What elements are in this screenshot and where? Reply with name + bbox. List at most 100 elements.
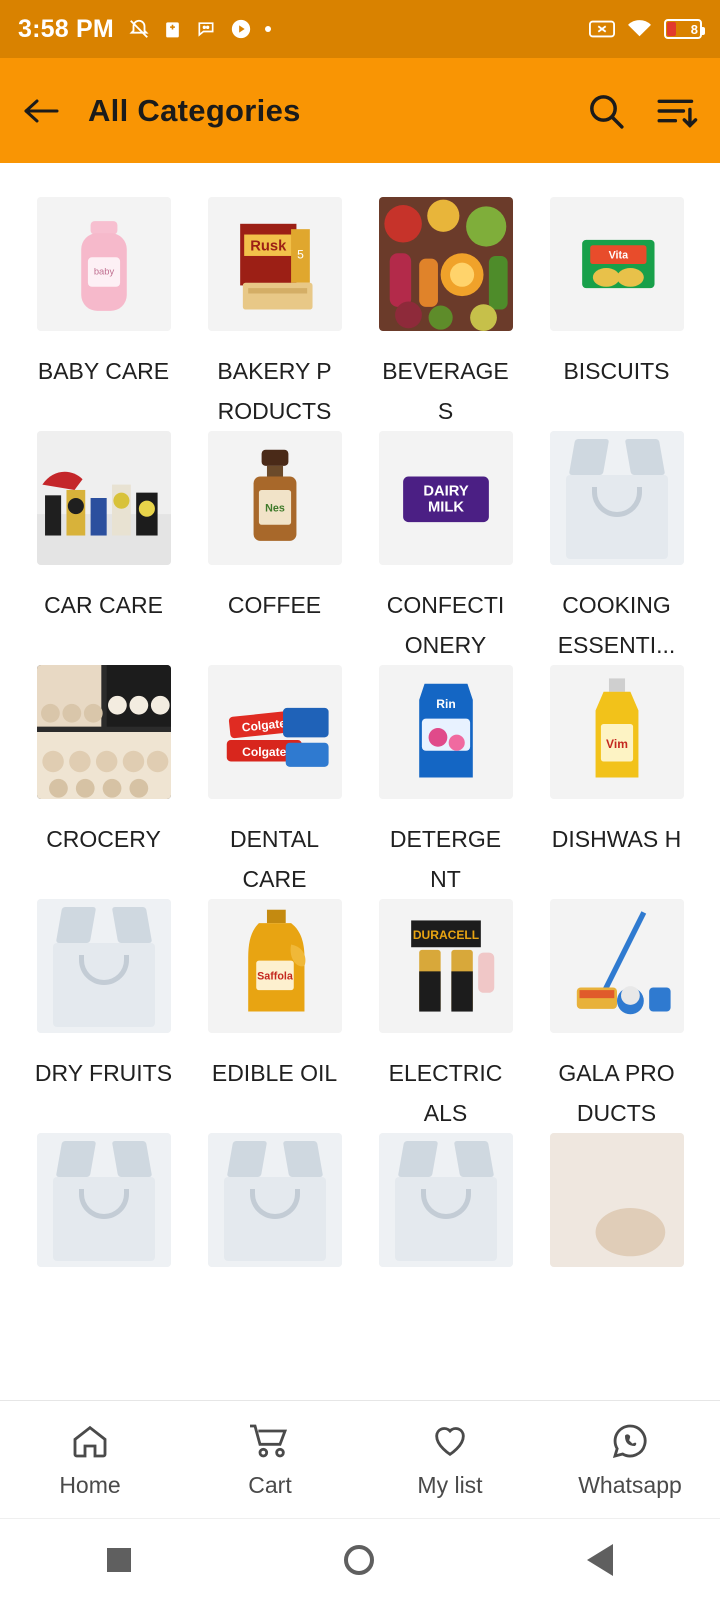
- category-thumbnail: [378, 1133, 513, 1267]
- whatsapp-icon: [608, 1421, 652, 1466]
- svg-text:baby: baby: [93, 267, 114, 277]
- category-label: BABY CARE: [37, 358, 170, 384]
- category-item[interactable]: baby BABY CARE: [22, 197, 185, 431]
- home-circle-icon[interactable]: [343, 1544, 374, 1575]
- category-thumbnail: Rin: [378, 665, 513, 799]
- system-navigation-bar: [0, 1518, 720, 1600]
- nav-label-my-list: My list: [417, 1471, 483, 1498]
- svg-text:Vim: Vim: [606, 737, 628, 751]
- battery-icon: 8: [664, 19, 705, 39]
- category-thumbnail: [549, 899, 684, 1033]
- category-thumbnail: [36, 899, 171, 1033]
- nav-item-cart[interactable]: Cart: [180, 1421, 360, 1499]
- category-label: BAKERY P RODUCTS: [217, 358, 332, 424]
- categories-scroll-area[interactable]: baby BABY CARE Rusk 5 BAKERY P RODUCTS B…: [0, 163, 720, 1355]
- placeholder-bag-icon: [549, 431, 684, 565]
- status-bar-notification-icons: [128, 18, 271, 40]
- category-item[interactable]: CAR CARE: [22, 431, 185, 665]
- nav-item-home[interactable]: Home: [0, 1421, 180, 1499]
- category-label: COOKING ESSENTI...: [557, 592, 676, 658]
- battery-level-label: 8: [690, 21, 698, 37]
- home-icon: [68, 1421, 112, 1466]
- category-item[interactable]: Rusk 5 BAKERY P RODUCTS: [193, 197, 356, 431]
- category-item[interactable]: DAIRY MILK CONFECTI ONERY: [364, 431, 527, 665]
- play-circle-icon: [230, 18, 252, 40]
- svg-text:Rin: Rin: [436, 697, 455, 711]
- app-bar: All Categories: [0, 58, 720, 163]
- svg-text:DURACELL: DURACELL: [412, 928, 478, 942]
- svg-text:Colgate: Colgate: [242, 745, 286, 759]
- category-thumbnail: Vim: [549, 665, 684, 799]
- svg-text:Vita: Vita: [608, 250, 629, 262]
- sort-descending-icon[interactable]: [656, 91, 698, 131]
- category-item[interactable]: Nes COFFEE: [193, 431, 356, 665]
- category-item[interactable]: [193, 1133, 356, 1355]
- cart-icon: [247, 1421, 293, 1466]
- category-item[interactable]: GALA PRO DUCTS: [535, 899, 698, 1133]
- category-label: CAR CARE: [44, 592, 163, 618]
- svg-text:Nes: Nes: [265, 502, 285, 514]
- nav-label-cart: Cart: [248, 1471, 292, 1498]
- category-label: [543, 1287, 691, 1355]
- placeholder-bag-icon: [36, 1133, 171, 1267]
- category-item[interactable]: BEVERAGE S: [364, 197, 527, 431]
- dot-icon: [264, 26, 271, 32]
- svg-text:Rusk: Rusk: [250, 239, 287, 255]
- category-thumbnail: Nes: [207, 431, 342, 565]
- category-label: EDIBLE OIL: [211, 1060, 338, 1086]
- svg-text:DAIRY: DAIRY: [423, 483, 468, 499]
- category-label: COFFEE: [227, 592, 322, 618]
- category-item[interactable]: Saffola EDIBLE OIL: [193, 899, 356, 1133]
- svg-text:MILK: MILK: [427, 499, 463, 515]
- status-bar-system-icons: 8: [589, 19, 705, 39]
- nav-item-my-list[interactable]: My list: [360, 1421, 540, 1499]
- svg-text:Saffola: Saffola: [257, 970, 294, 982]
- category-thumbnail: [378, 197, 513, 331]
- category-item[interactable]: DURACELL ELECTRIC ALS: [364, 899, 527, 1133]
- recents-square-icon[interactable]: [106, 1547, 131, 1572]
- category-thumbnail: DURACELL: [378, 899, 513, 1033]
- category-label: ELECTRIC ALS: [388, 1060, 503, 1126]
- category-thumbnail: [36, 665, 171, 799]
- page-title: All Categories: [88, 92, 301, 128]
- category-label: [201, 1287, 349, 1355]
- placeholder-bag-icon: [36, 899, 171, 1033]
- category-item[interactable]: Vim DISHWAS H: [535, 665, 698, 899]
- category-label: GALA PRO DUCTS: [558, 1060, 675, 1126]
- category-item[interactable]: CROCERY: [22, 665, 185, 899]
- category-item[interactable]: DRY FRUITS: [22, 899, 185, 1133]
- category-item[interactable]: Colgate Colgate DENTAL CARE: [193, 665, 356, 899]
- category-thumbnail: Vita: [549, 197, 684, 331]
- category-thumbnail: [207, 1133, 342, 1267]
- category-label: DRY FRUITS: [34, 1060, 173, 1086]
- category-item[interactable]: [535, 1133, 698, 1355]
- status-bar-clock: 3:58 PM: [18, 14, 114, 43]
- back-triangle-icon[interactable]: [587, 1543, 614, 1576]
- category-label: CROCERY: [46, 826, 161, 852]
- nav-item-whatsapp[interactable]: Whatsapp: [540, 1421, 720, 1499]
- category-label: CONFECTI ONERY: [386, 592, 505, 658]
- category-item[interactable]: Rin DETERGE NT: [364, 665, 527, 899]
- category-label: DETERGE NT: [389, 826, 502, 892]
- back-button[interactable]: [22, 97, 60, 125]
- category-thumbnail: [549, 431, 684, 565]
- wifi-icon: [627, 19, 652, 39]
- category-item[interactable]: COOKING ESSENTI...: [535, 431, 698, 665]
- category-item[interactable]: Vita BISCUITS: [535, 197, 698, 431]
- search-icon[interactable]: [586, 91, 626, 131]
- category-thumbnail: [549, 1133, 684, 1267]
- category-thumbnail: DAIRY MILK: [378, 431, 513, 565]
- category-label: BEVERAGE S: [382, 358, 509, 424]
- category-thumbnail: [36, 431, 171, 565]
- placeholder-bag-icon: [378, 1133, 513, 1267]
- category-thumbnail: Saffola: [207, 899, 342, 1033]
- categories-grid: baby BABY CARE Rusk 5 BAKERY P RODUCTS B…: [0, 163, 720, 1355]
- category-item[interactable]: [22, 1133, 185, 1355]
- category-thumbnail: Colgate Colgate: [207, 665, 342, 799]
- category-item[interactable]: [364, 1133, 527, 1355]
- sim-x-icon: [589, 19, 615, 39]
- placeholder-bag-icon: [207, 1133, 342, 1267]
- clipboard-icon: [163, 19, 182, 40]
- category-label: [30, 1287, 178, 1355]
- nav-label-home: Home: [59, 1471, 121, 1498]
